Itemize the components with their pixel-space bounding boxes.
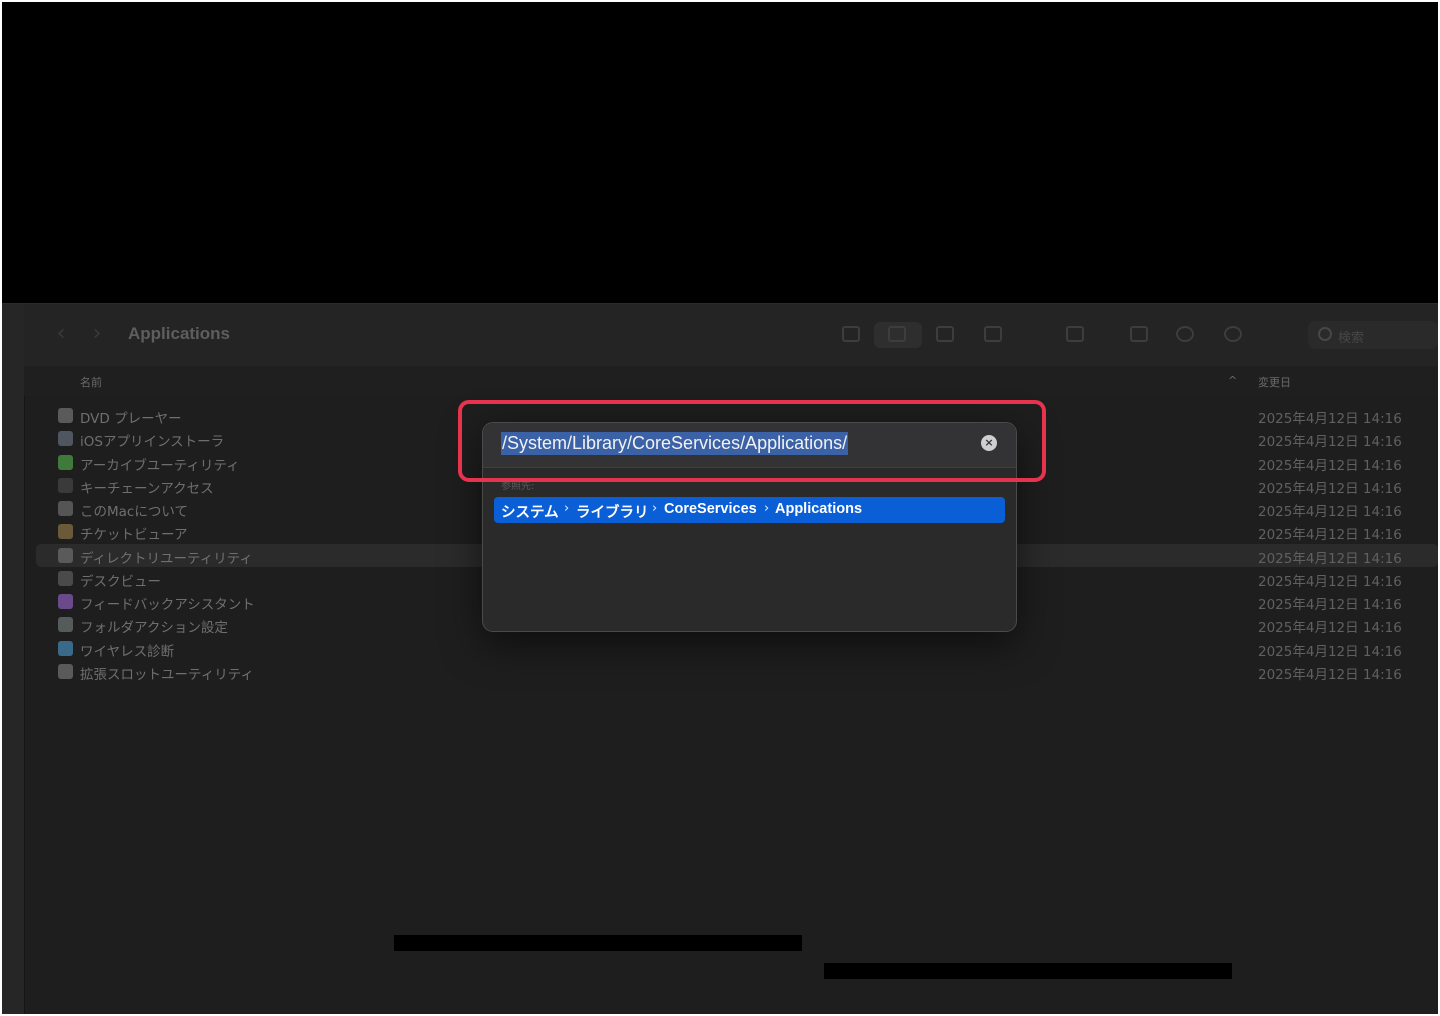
crumb-library: ライブラリ [576, 505, 649, 521]
window-title: Applications [128, 324, 231, 343]
file-name: アーカイブユーティリティ [80, 457, 240, 474]
file-name: このMacについて [80, 504, 188, 521]
app-icon [58, 570, 73, 586]
app-icon [58, 408, 73, 423]
search-field[interactable]: 検索 [1308, 321, 1438, 349]
app-icon [58, 617, 73, 633]
app-icon [58, 454, 73, 470]
file-date: 2025年4月12日 14:16 [1258, 573, 1402, 590]
column-view-icon[interactable] [934, 324, 956, 344]
search-icon [1318, 327, 1332, 341]
crumb-system: システム [501, 505, 559, 521]
group-icon[interactable] [1064, 324, 1086, 344]
file-name: DVD プレーヤー [80, 411, 182, 427]
crumb-applications: Applications [775, 501, 863, 517]
sidebar [2, 304, 25, 1014]
column-date-header[interactable]: 変更日 [1258, 374, 1291, 390]
file-name: デスクビュー [80, 573, 161, 590]
app-icon [58, 547, 73, 563]
file-date: 2025年4月12日 14:16 [1258, 434, 1402, 451]
path-suggestion[interactable]: システム › ライブラリ › CoreServices › Applicatio… [494, 497, 1005, 523]
more-actions-icon[interactable] [1222, 324, 1244, 344]
tag-icon[interactable] [1174, 324, 1196, 344]
file-name: フォルダアクション設定 [80, 620, 228, 637]
file-name: フィードバックアシスタント [80, 597, 255, 614]
file-name: チケットビューア [80, 527, 188, 544]
reference-label: 参照先: [501, 481, 535, 492]
file-date: 2025年4月12日 14:16 [1258, 666, 1402, 683]
app-icon [58, 477, 73, 493]
file-row[interactable]: ワイヤレス診断 2025年4月12日 14:16 [36, 637, 1438, 660]
file-name: キーチェーンアクセス [80, 480, 214, 497]
clear-icon[interactable]: × [981, 435, 997, 451]
app-icon [58, 594, 73, 610]
gallery-view-icon[interactable] [982, 324, 1004, 344]
go-to-folder-sheet: /System/Library/CoreServices/Application… [482, 422, 1017, 632]
column-header: 名前 ^ 変更日 [24, 366, 1438, 396]
file-date: 2025年4月12日 14:16 [1258, 480, 1402, 497]
file-date: 2025年4月12日 14:16 [1258, 527, 1402, 544]
column-name-header[interactable]: 名前 [80, 374, 102, 390]
sort-chevron-icon[interactable]: ^ [1228, 374, 1237, 387]
search-placeholder: 検索 [1338, 331, 1365, 346]
back-icon[interactable]: ‹ [50, 323, 72, 346]
toolbar: ‹ › Applications 検索 [24, 304, 1438, 367]
share-icon[interactable] [1128, 324, 1150, 344]
file-name: 拡張スロットユーティリティ [80, 666, 254, 683]
file-name: ワイヤレス診断 [80, 643, 175, 660]
file-name: iOSアプリインストーラ [80, 434, 225, 451]
file-date: 2025年4月12日 14:16 [1258, 457, 1402, 474]
file-date: 2025年4月12日 14:16 [1258, 411, 1402, 427]
path-input-text[interactable]: /System/Library/CoreServices/Application… [501, 432, 849, 455]
app-icon [58, 663, 73, 679]
file-date: 2025年4月12日 14:16 [1258, 550, 1402, 567]
crumb-coreservices: CoreServices [664, 501, 757, 517]
chevron-right-icon: › [652, 501, 658, 516]
redaction-bar [394, 935, 802, 951]
chevron-right-icon: › [764, 501, 770, 516]
file-date: 2025年4月12日 14:16 [1258, 620, 1402, 637]
list-view-icon[interactable] [886, 324, 908, 344]
redaction-bar [824, 963, 1232, 979]
file-name: ディレクトリユーティリティ [80, 550, 253, 567]
finder-window: ‹ › Applications 検索 名前 ^ 変更日 DVD プレーヤー 20… [2, 303, 1438, 1014]
file-date: 2025年4月12日 14:16 [1258, 504, 1402, 521]
app-icon [58, 501, 73, 517]
icon-view-icon[interactable] [840, 324, 862, 344]
file-date: 2025年4月12日 14:16 [1258, 597, 1402, 614]
file-row[interactable]: 拡張スロットユーティリティ 2025年4月12日 14:16 [36, 660, 1438, 683]
app-icon [58, 431, 73, 447]
app-icon [58, 524, 73, 540]
forward-icon[interactable]: › [86, 323, 108, 346]
app-icon [58, 640, 73, 656]
file-date: 2025年4月12日 14:16 [1258, 643, 1402, 660]
chevron-right-icon: › [564, 501, 570, 516]
path-input[interactable]: /System/Library/CoreServices/Application… [483, 423, 1016, 468]
